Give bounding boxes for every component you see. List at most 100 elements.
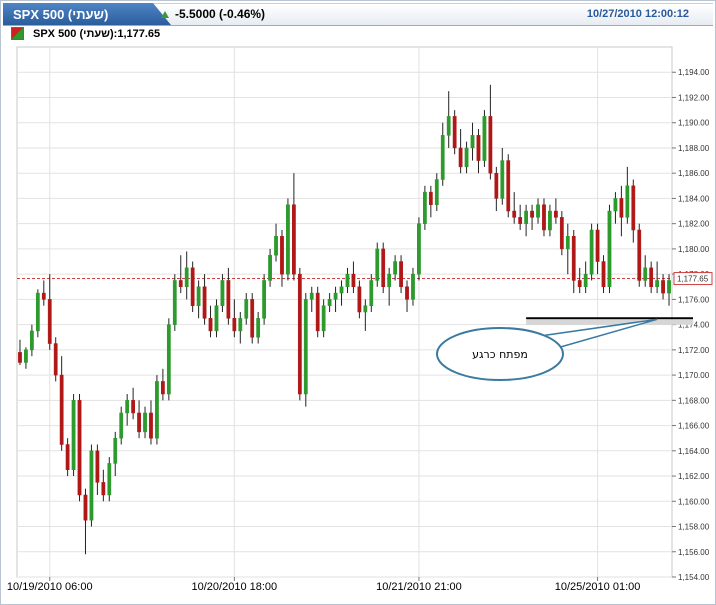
candle-body xyxy=(595,229,600,262)
candle-body xyxy=(524,210,529,224)
candle-body xyxy=(440,135,445,180)
candle-body xyxy=(565,236,570,250)
candle-body xyxy=(232,318,237,332)
candle-body xyxy=(160,381,165,395)
candle-body xyxy=(41,292,46,300)
candle-body xyxy=(321,305,326,332)
candle-body xyxy=(542,204,546,231)
candle-body xyxy=(631,185,636,231)
candle-body xyxy=(417,223,421,275)
candle-body xyxy=(333,292,338,300)
candle-body xyxy=(619,198,624,218)
candle-body xyxy=(101,482,106,496)
candle-body xyxy=(65,444,70,470)
candle-body xyxy=(119,412,124,439)
candle-body xyxy=(607,210,612,288)
candle-body xyxy=(345,273,350,288)
candle-body xyxy=(315,292,320,332)
candle-body xyxy=(172,280,177,325)
candle-body xyxy=(208,318,213,332)
candle-body xyxy=(649,267,654,288)
candle-body xyxy=(559,217,564,250)
candle-body xyxy=(18,352,22,363)
candle-body xyxy=(458,147,463,168)
candle-body xyxy=(178,280,183,288)
candle-body xyxy=(518,217,523,224)
candle-body xyxy=(375,248,380,281)
candle-body xyxy=(190,267,195,306)
x-tick-label: 10/20/2010 18:00 xyxy=(192,581,278,593)
support-line-shadow xyxy=(526,319,694,325)
candle-body xyxy=(297,273,302,395)
candle-body xyxy=(625,185,630,218)
candle-body xyxy=(601,261,606,288)
y-tick-label: 1,188.00 xyxy=(678,144,710,153)
candle-body xyxy=(667,280,671,294)
candle-body xyxy=(53,343,58,376)
candlestick-chart: 1,154.00 1,156.00 1,158.00 1,160.00 1,162.00… xyxy=(7,46,713,593)
candle-body xyxy=(143,412,147,433)
candle-body xyxy=(405,286,409,300)
candle-body xyxy=(548,210,552,231)
candle-body xyxy=(494,172,499,199)
candle-body xyxy=(202,286,207,319)
candle-body xyxy=(369,280,374,306)
candle-body xyxy=(536,204,540,218)
candle-body xyxy=(613,198,618,212)
y-tick-label: 1,184.00 xyxy=(678,194,710,203)
candle-body xyxy=(357,286,362,313)
candle-body xyxy=(452,116,457,149)
candle-body xyxy=(149,412,153,439)
candle-body xyxy=(387,273,392,288)
candle-body xyxy=(166,324,171,395)
y-tick-label: 1,170.00 xyxy=(678,371,710,380)
y-tick-label: 1,192.00 xyxy=(678,93,710,102)
y-tick-label: 1,158.00 xyxy=(678,523,710,532)
y-tick-label: 1,162.00 xyxy=(678,472,710,481)
candle-body xyxy=(196,286,201,306)
x-tick-label: 10/25/2010 01:00 xyxy=(555,581,641,593)
candle-body xyxy=(583,273,588,288)
candle-body xyxy=(363,305,368,313)
candle-body xyxy=(500,160,505,199)
candle-body xyxy=(661,280,665,294)
y-tick-label: 1,176.00 xyxy=(678,295,710,304)
candle-body xyxy=(637,229,642,281)
x-tick-label: 10/19/2010 06:00 xyxy=(7,581,93,593)
callout-text: מפתח כרגע xyxy=(472,348,528,361)
candle-body xyxy=(286,204,290,275)
candle-body xyxy=(464,147,469,168)
candle-body xyxy=(274,236,278,256)
y-tick-label: 1,160.00 xyxy=(678,497,710,506)
last-price-label: 1,177.65 xyxy=(677,275,709,284)
candle-body xyxy=(262,280,267,319)
candle-body xyxy=(47,299,52,344)
candle-body xyxy=(482,116,487,161)
candle-body xyxy=(422,191,427,224)
y-tick-label: 1,166.00 xyxy=(678,422,710,431)
y-tick-label: 1,154.00 xyxy=(678,573,710,582)
candle-body xyxy=(655,280,660,288)
candle-body xyxy=(327,299,332,306)
candle-body xyxy=(643,267,648,281)
y-tick-label: 1,186.00 xyxy=(678,169,710,178)
candle-body xyxy=(29,330,34,351)
candle-body xyxy=(184,267,189,288)
candle-body xyxy=(214,305,219,332)
candle-body xyxy=(393,261,398,275)
y-tick-label: 1,172.00 xyxy=(678,346,710,355)
candle-body xyxy=(553,210,558,218)
candle-body xyxy=(131,400,136,414)
candle-body xyxy=(291,204,296,275)
candle-body xyxy=(113,437,118,464)
candle-body xyxy=(268,254,272,281)
y-tick-label: 1,194.00 xyxy=(678,68,710,77)
candle-body xyxy=(250,299,255,338)
candle-body xyxy=(220,280,225,306)
candle-body xyxy=(59,374,64,445)
plot-area xyxy=(16,46,673,578)
candle-body xyxy=(428,191,433,205)
candle-body xyxy=(470,135,475,149)
candle-body xyxy=(411,273,415,300)
candle-body xyxy=(530,210,534,218)
